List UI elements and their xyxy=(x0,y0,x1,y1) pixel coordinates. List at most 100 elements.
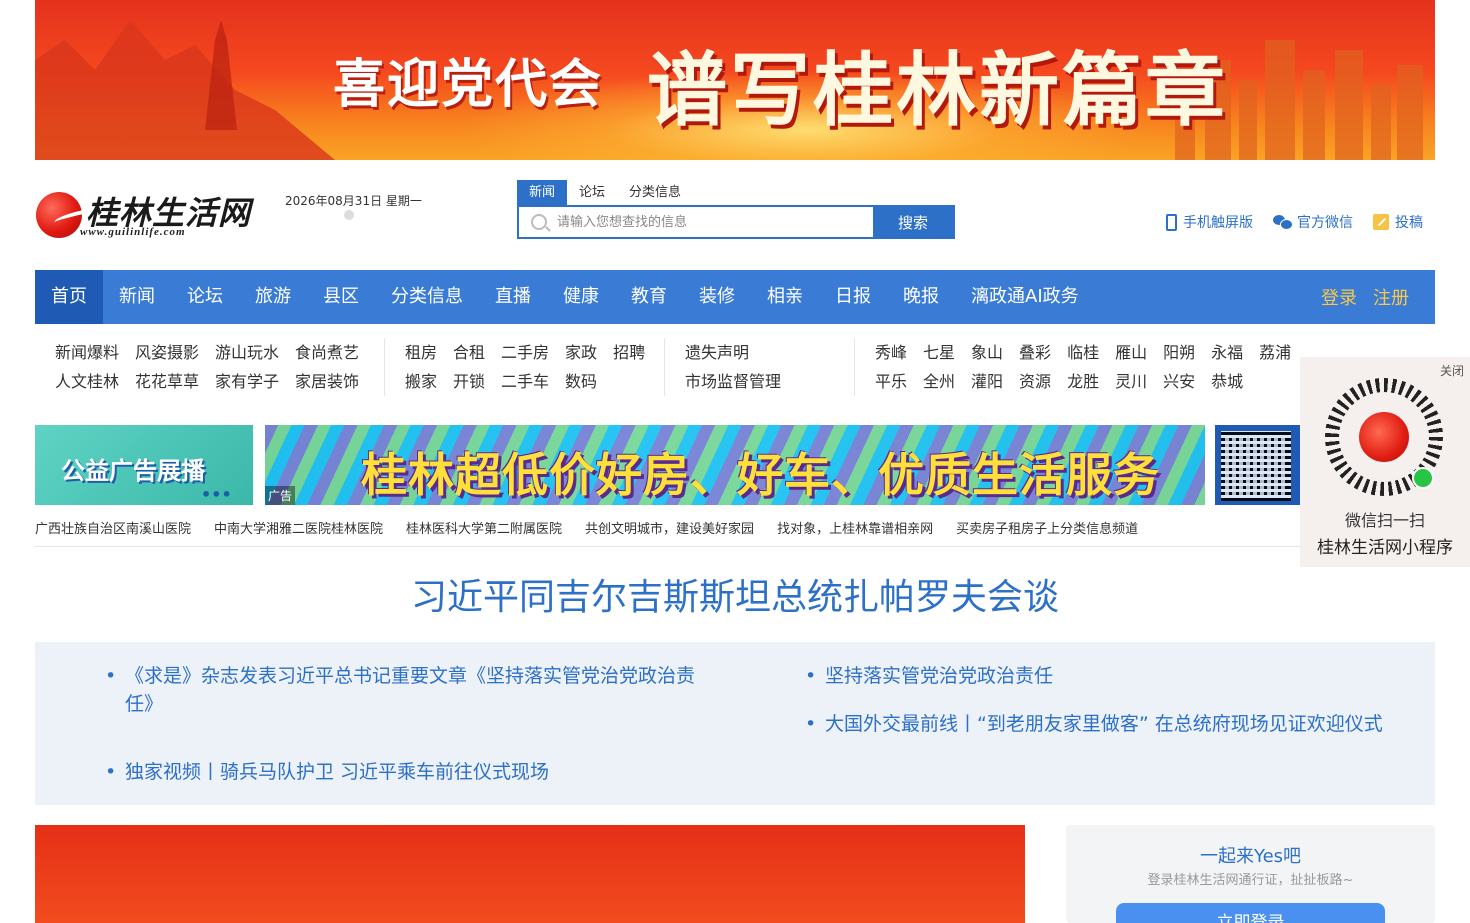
nav-item-travel[interactable]: 旅游 xyxy=(239,270,307,324)
nav-item-decoration[interactable]: 装修 xyxy=(683,270,751,324)
qr-ad[interactable] xyxy=(1215,425,1300,505)
sub-link[interactable]: 资源 xyxy=(1019,367,1051,396)
submit-article-link[interactable]: 投稿 xyxy=(1373,212,1423,232)
news-item[interactable]: 坚持落实管党治党政治责任 xyxy=(805,662,1425,690)
sub-link[interactable]: 合租 xyxy=(453,338,485,367)
sub-row: 平乐 全州 灌阳 资源 龙胜 灵川 兴安 恭城 xyxy=(875,367,1291,396)
auth-links: 登录 注册 xyxy=(1321,284,1435,310)
public-service-ad[interactable]: 公益广告展播 ••• xyxy=(35,425,253,505)
sub-link[interactable]: 平乐 xyxy=(875,367,907,396)
text-link[interactable]: 中南大学湘雅二医院桂林医院 xyxy=(214,518,383,546)
banner-mountains-illustration xyxy=(35,20,335,160)
close-float-button[interactable]: 关闭 xyxy=(1440,362,1464,379)
login-now-button[interactable]: 立即登录 xyxy=(1116,903,1385,923)
site-logo[interactable]: 桂林生活网 www.guilinlife.com xyxy=(36,188,266,244)
sub-link[interactable]: 雁山 xyxy=(1115,338,1147,367)
text-link[interactable]: 广西壮族自治区南溪山医院 xyxy=(35,518,191,546)
sub-link[interactable]: 灌阳 xyxy=(971,367,1003,396)
sub-link[interactable]: 市场监督管理 xyxy=(685,367,781,396)
hospital-links-row: 广西壮族自治区南溪山医院 中南大学湘雅二医院桂林医院 桂林医科大学第二附属医院 … xyxy=(35,518,1305,547)
sub-link[interactable]: 数码 xyxy=(565,367,597,396)
sub-link[interactable]: 恭城 xyxy=(1211,367,1243,396)
nav-item-health[interactable]: 健康 xyxy=(547,270,615,324)
sub-link[interactable]: 新闻爆料 xyxy=(55,338,119,367)
sub-link[interactable]: 叠彩 xyxy=(1019,338,1051,367)
sub-link[interactable]: 永福 xyxy=(1211,338,1243,367)
text-link[interactable]: 找对象，上桂林靠谱相亲网 xyxy=(777,518,933,546)
sub-link[interactable]: 秀峰 xyxy=(875,338,907,367)
search-button[interactable]: 搜索 xyxy=(873,207,953,237)
sub-link[interactable]: 开锁 xyxy=(453,367,485,396)
search-input[interactable] xyxy=(519,207,873,237)
nav-item-news[interactable]: 新闻 xyxy=(103,270,171,324)
sub-link[interactable]: 荔浦 xyxy=(1259,338,1291,367)
nav-item-live[interactable]: 直播 xyxy=(479,270,547,324)
edit-icon xyxy=(1373,214,1389,230)
top-links: 手机触屏版 官方微信 投稿 xyxy=(1166,212,1423,232)
banner-title: 谱写桂林新篇章 xyxy=(647,44,1228,137)
sub-link[interactable]: 人文桂林 xyxy=(55,367,119,396)
sub-link[interactable]: 遗失声明 xyxy=(685,338,749,367)
search-tab-forum[interactable]: 论坛 xyxy=(567,180,617,205)
mini-program-float: 关闭 微信扫一扫 桂林生活网小程序 xyxy=(1300,357,1470,567)
sub-link[interactable]: 搬家 xyxy=(405,367,437,396)
search-tab-classified[interactable]: 分类信息 xyxy=(617,180,693,205)
sub-link[interactable]: 灵川 xyxy=(1115,367,1147,396)
login-card: 一起来Yes吧 登录桂林生活网通行证，扯扯板路~ 立即登录 xyxy=(1066,825,1435,923)
weather-dot-icon xyxy=(344,210,354,220)
top-headline[interactable]: 习近平同吉尔吉斯斯坦总统扎帕罗夫会谈 xyxy=(0,568,1470,620)
sub-link[interactable]: 全州 xyxy=(923,367,955,396)
search-tab-news[interactable]: 新闻 xyxy=(517,180,568,205)
sub-link[interactable]: 二手车 xyxy=(501,367,549,396)
logo-url: www.guilinlife.com xyxy=(80,226,186,238)
register-link[interactable]: 注册 xyxy=(1373,284,1409,310)
classified-ad-banner[interactable]: 桂林超低价好房、好车、优质生活服务 广告 xyxy=(265,425,1205,505)
login-card-title: 一起来Yes吧 xyxy=(1199,846,1302,867)
banner-subtitle: 喜迎党代会 xyxy=(333,55,604,115)
sub-link[interactable]: 兴安 xyxy=(1163,367,1195,396)
nav-item-dating[interactable]: 相亲 xyxy=(751,270,819,324)
sub-link[interactable]: 家政 xyxy=(565,338,597,367)
sub-link[interactable]: 招聘 xyxy=(613,338,645,367)
sub-link[interactable]: 阳朔 xyxy=(1163,338,1195,367)
login-link[interactable]: 登录 xyxy=(1321,284,1357,310)
submit-article-label: 投稿 xyxy=(1395,215,1423,231)
official-wechat-link[interactable]: 官方微信 xyxy=(1273,212,1353,232)
sub-link[interactable]: 游山玩水 xyxy=(215,338,279,367)
nav-item-education[interactable]: 教育 xyxy=(615,270,683,324)
sub-link[interactable]: 二手房 xyxy=(501,338,549,367)
mobile-version-label: 手机触屏版 xyxy=(1183,215,1253,231)
sub-link[interactable]: 象山 xyxy=(971,338,1003,367)
news-item[interactable]: 大国外交最前线丨“到老朋友家里做客” 在总统府现场见证欢迎仪式 xyxy=(805,710,1425,738)
sub-link[interactable]: 风姿摄影 xyxy=(135,338,199,367)
sub-row: 租房 合租 二手房 家政 招聘 xyxy=(405,338,645,367)
sub-link[interactable]: 临桂 xyxy=(1067,338,1099,367)
text-link[interactable]: 共创文明城市，建设美好家园 xyxy=(585,518,754,546)
news-column-right: 坚持落实管党治党政治责任 大国外交最前线丨“到老朋友家里做客” 在总统府现场见证… xyxy=(805,662,1425,738)
sub-link[interactable]: 租房 xyxy=(405,338,437,367)
sub-link[interactable]: 食尚煮艺 xyxy=(295,338,359,367)
sub-link[interactable]: 家有学子 xyxy=(215,367,279,396)
nav-item-home[interactable]: 首页 xyxy=(35,270,103,324)
page: 喜迎党代会 谱写桂林新篇章 桂林生活网 www.guilinlife.com 2… xyxy=(0,0,1470,923)
divider xyxy=(854,338,855,396)
sub-link[interactable]: 家居装饰 xyxy=(295,367,359,396)
sub-link[interactable]: 花花草草 xyxy=(135,367,199,396)
nav-item-county[interactable]: 县区 xyxy=(307,270,375,324)
news-item[interactable]: 独家视频丨骑兵马队护卫 习近平乘车前往仪式现场 xyxy=(105,758,705,786)
text-link[interactable]: 买卖房子租房子上分类信息频道 xyxy=(956,518,1138,546)
news-item[interactable]: 《求是》杂志发表习近平总书记重要文章《坚持落实管党治党政治责任》 xyxy=(105,662,705,718)
phone-icon xyxy=(1166,213,1177,231)
sub-link[interactable]: 七星 xyxy=(923,338,955,367)
nav-item-classified[interactable]: 分类信息 xyxy=(375,270,479,324)
nav-item-ai-government[interactable]: 漓政通AI政务 xyxy=(955,270,1095,324)
text-link[interactable]: 桂林医科大学第二附属医院 xyxy=(406,518,562,546)
nav-item-forum[interactable]: 论坛 xyxy=(171,270,239,324)
nav-item-evening[interactable]: 晚报 xyxy=(887,270,955,324)
current-date: 2026年08月31日 星期一 xyxy=(285,194,422,208)
top-banner[interactable]: 喜迎党代会 谱写桂林新篇章 xyxy=(35,0,1435,160)
feature-banner[interactable] xyxy=(35,825,1025,923)
nav-item-daily[interactable]: 日报 xyxy=(819,270,887,324)
sub-link[interactable]: 龙胜 xyxy=(1067,367,1099,396)
mobile-version-link[interactable]: 手机触屏版 xyxy=(1166,212,1253,232)
